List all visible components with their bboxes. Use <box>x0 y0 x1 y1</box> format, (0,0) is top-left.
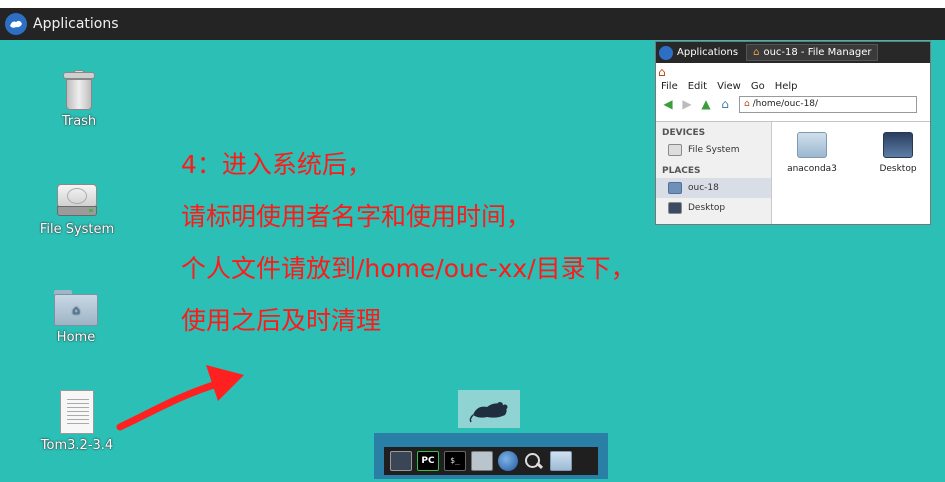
desktop-icon-trash[interactable]: Trash <box>24 70 134 129</box>
address-bar[interactable]: ⌂ /home/ouc-18/ <box>739 95 917 113</box>
desktop-icon-label: Trash <box>61 114 97 129</box>
file-item-anaconda3[interactable]: anaconda3 <box>782 132 842 174</box>
desktop-icon-label: Home <box>56 330 96 345</box>
home-folder-icon: ⌂ <box>54 290 98 326</box>
xfce-logo-icon <box>659 45 673 60</box>
desktop-icon-label: Tom3.2-3.4 <box>40 438 114 453</box>
file-item-desktop[interactable]: Desktop <box>868 132 928 174</box>
menu-edit[interactable]: Edit <box>688 81 707 92</box>
sidebar-item-filesystem[interactable]: File System <box>656 140 771 160</box>
menu-go[interactable]: Go <box>751 81 765 92</box>
annotation-line-3: 个人文件请放到/home/ouc-xx/目录下， <box>181 254 636 283</box>
up-arrow-icon[interactable]: ▲ <box>698 97 714 111</box>
taskbar-window-button[interactable]: ⌂ ouc-18 - File Manager <box>746 44 879 61</box>
web-browser-icon[interactable] <box>498 451 518 471</box>
desktop-icon <box>668 202 682 214</box>
file-manager-body: DEVICES File System PLACES ouc-18 Deskto… <box>656 121 930 224</box>
desktop-icon-label: File System <box>39 222 115 237</box>
red-arrow-icon <box>116 365 244 431</box>
menu-help[interactable]: Help <box>775 81 798 92</box>
xfce-logo-icon[interactable] <box>5 13 27 35</box>
file-list: anaconda3 Desktop <box>774 122 930 224</box>
terminal-icon[interactable]: $_ <box>444 451 466 471</box>
desktop-icon-home[interactable]: ⌂ Home <box>21 290 131 345</box>
home-icon[interactable]: ⌂ <box>717 97 733 111</box>
show-desktop-icon[interactable] <box>390 451 412 471</box>
top-panel: Applications <box>0 8 945 40</box>
file-manager-panel: Applications ⌂ ouc-18 - File Manager <box>656 42 930 63</box>
search-icon[interactable] <box>523 451 545 471</box>
sidebar-item-desktop[interactable]: Desktop <box>656 198 771 218</box>
toolbar: ◀ ▶ ▲ ⌂ ⌂ /home/ouc-18/ <box>656 95 930 113</box>
hard-drive-icon <box>668 144 682 156</box>
folder-icon <box>797 132 827 158</box>
hard-drive-icon <box>55 182 99 218</box>
menu-file[interactable]: File <box>661 81 678 92</box>
folder-icon[interactable] <box>550 451 572 471</box>
home-icon <box>668 182 682 194</box>
trash-icon <box>63 70 95 110</box>
home-icon: ⌂ <box>753 47 760 58</box>
file-manager-window[interactable]: Applications ⌂ ouc-18 - File Manager ⌂ F… <box>655 41 931 225</box>
sidebar: DEVICES File System PLACES ouc-18 Deskto… <box>656 122 772 224</box>
forward-arrow-icon[interactable]: ▶ <box>679 97 695 111</box>
dock-launchers: PC $_ <box>384 447 598 475</box>
mouse-icon <box>469 402 508 423</box>
home-icon: ⌂ <box>744 98 750 109</box>
desktop-icon-filesystem[interactable]: File System <box>22 182 132 237</box>
pycharm-icon[interactable]: PC <box>417 451 439 471</box>
bottom-dock: PC $_ <box>374 433 608 479</box>
devices-header: DEVICES <box>662 128 706 138</box>
sidebar-item-home[interactable]: ouc-18 <box>656 178 771 198</box>
annotation-line-1: 4：进入系统后， <box>181 150 372 179</box>
menu-view[interactable]: View <box>717 81 741 92</box>
screen-top-strip <box>0 0 945 8</box>
desktop-folder-icon <box>883 132 913 158</box>
document-icon <box>60 390 94 434</box>
window-home-icon: ⌂ <box>658 65 666 79</box>
menu-bar: File Edit View Go Help <box>656 81 930 92</box>
places-header: PLACES <box>662 166 701 176</box>
applications-menu[interactable]: Applications <box>33 16 119 32</box>
annotation-line-2: 请标明使用者名字和使用时间， <box>181 202 532 231</box>
annotation-line-4: 使用之后及时清理 <box>181 306 382 335</box>
home-folder-icon[interactable] <box>471 451 493 471</box>
xfce-mouse-logo <box>458 390 520 428</box>
fm-applications-menu[interactable]: Applications <box>656 42 738 63</box>
back-arrow-icon[interactable]: ◀ <box>660 97 676 111</box>
